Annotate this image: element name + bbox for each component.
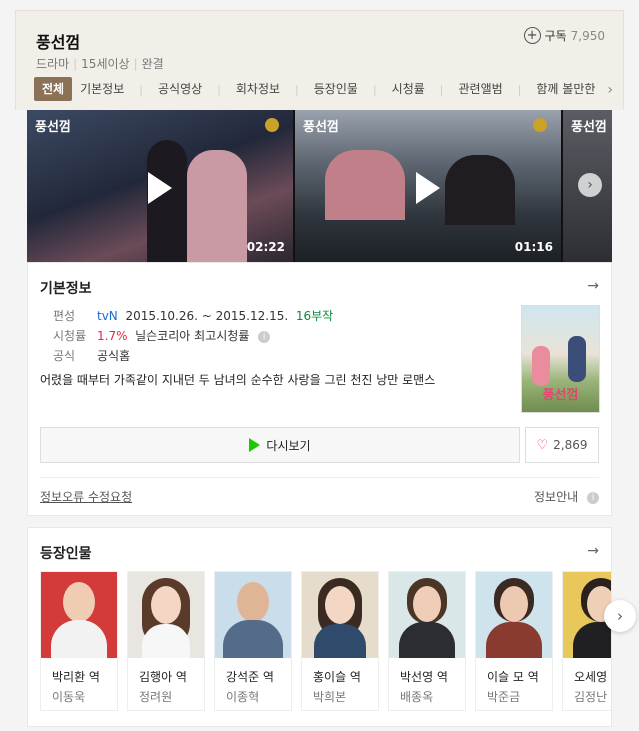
tab-all[interactable]: 전체	[34, 77, 73, 101]
cast-role: 박리환 역	[52, 670, 100, 684]
rating-source: 닐슨코리아 최고시청률	[135, 329, 250, 343]
synopsis: 어렸을 때부터 가족같이 지내던 두 남녀의 순수한 사랑을 그린 천진 낭만 …	[40, 373, 436, 387]
cast-card: 등장인물 → 박리환 역 이동욱 김행아 역 정려원 강석준 역 이종혁 홍이슬…	[27, 527, 612, 727]
video-logo: 풍선껌	[303, 120, 339, 135]
divider	[40, 477, 599, 478]
tab-albums[interactable]: 관련앨범	[451, 77, 511, 101]
cast-photo	[302, 572, 378, 658]
basic-info-card: 기본정보 → 편성 tvN 2015.10.26. ~ 2015.12.15. …	[27, 262, 612, 516]
cast-item[interactable]: 이슬 모 역 박준금	[475, 571, 553, 711]
like-button[interactable]: ♡ 2,869	[525, 427, 599, 463]
broadcast-label: 편성	[53, 309, 76, 323]
error-report-link[interactable]: 정보오류 수정요청	[40, 488, 132, 505]
cast-role: 이슬 모 역	[487, 670, 539, 684]
rewatch-button[interactable]: 다시보기	[40, 427, 520, 463]
broadcast-row: 편성 tvN 2015.10.26. ~ 2015.12.15. 16부작	[53, 307, 333, 324]
cast-actor: 정려원	[139, 690, 173, 704]
plus-icon: +	[523, 27, 541, 44]
status: 완결	[141, 57, 164, 71]
channel-logo-icon	[265, 118, 279, 132]
tab-basic-info[interactable]: 기본정보	[72, 77, 132, 101]
subscribe-button[interactable]: + 구독 7,950	[523, 27, 605, 44]
cast-photo	[389, 572, 465, 658]
official-link[interactable]: 공식홈	[97, 347, 130, 364]
cast-actor: 이동욱	[52, 690, 86, 704]
episode-count[interactable]: 16부작	[296, 309, 333, 323]
video-thumbnail-2[interactable]: 풍선껌 01:16	[295, 110, 561, 262]
cast-item[interactable]: 박선영 역 배종옥	[388, 571, 466, 711]
cast-role: 오세영 역	[574, 670, 611, 684]
section-title[interactable]: 등장인물	[40, 543, 92, 563]
cast-photo	[41, 572, 117, 658]
tab-bar: 전체 기본정보 | 공식영상 | 회차정보 | 등장인물 | 시청률 | 관련앨범 | 함께…	[34, 77, 614, 101]
tab-ratings[interactable]: 시청률	[384, 77, 433, 101]
video-duration: 01:16	[514, 240, 553, 254]
like-count: 2,869	[553, 438, 588, 452]
cast-actor: 김정난	[574, 690, 608, 704]
subscribe-label: 구독	[544, 29, 567, 43]
play-icon	[249, 438, 261, 452]
program-title[interactable]: 풍선껌	[36, 29, 80, 53]
cast-role: 강석준 역	[226, 670, 274, 684]
broadcast-period: 2015.10.26. ~ 2015.12.15.	[125, 309, 289, 323]
info-icon: i	[587, 491, 599, 504]
cast-actor: 배종옥	[400, 690, 434, 704]
cast-list: 박리환 역 이동욱 김행아 역 정려원 강석준 역 이종혁 홍이슬 역 박희본 …	[40, 571, 611, 711]
cast-role: 박선영 역	[400, 670, 448, 684]
official-row: 공식 공식홈	[53, 347, 130, 364]
video-duration: 02:22	[246, 240, 285, 254]
cast-item[interactable]: 강석준 역 이종혁	[214, 571, 292, 711]
info-guide-button[interactable]: 정보안내 i	[534, 488, 599, 505]
video-carousel: 풍선껌 02:22 풍선껌 01:16 풍선껌 ›	[27, 110, 612, 262]
program-header: 풍선껌 드라마 | 15세이상 | 완결 + 구독 7,950 전체 기본정보 | 공식영…	[15, 10, 624, 110]
cast-next-button[interactable]: ›	[604, 600, 636, 632]
cast-item[interactable]: 김행아 역 정려원	[127, 571, 205, 711]
subscribe-count: 7,950	[570, 28, 605, 43]
poster-title: 풍선껌	[542, 388, 579, 403]
cast-photo	[215, 572, 291, 658]
cast-actor: 이종혁	[226, 690, 260, 704]
info-guide-label: 정보안내	[534, 490, 579, 504]
age-rating: 15세이상	[81, 57, 130, 71]
channel-link[interactable]: tvN	[97, 309, 118, 323]
arrow-right-icon[interactable]: →	[587, 543, 599, 559]
cast-item[interactable]: 홍이슬 역 박희본	[301, 571, 379, 711]
cast-role: 홍이슬 역	[313, 670, 361, 684]
play-icon[interactable]	[416, 172, 440, 204]
cast-item[interactable]: 오세영 역 김정난	[562, 571, 611, 711]
cast-photo	[476, 572, 552, 658]
cast-item[interactable]: 박리환 역 이동욱	[40, 571, 118, 711]
cast-actor: 박준금	[487, 690, 521, 704]
tab-official-video[interactable]: 공식영상	[150, 77, 210, 101]
genre: 드라마	[36, 57, 70, 71]
poster-image[interactable]: 풍선껌	[521, 305, 600, 413]
channel-logo-icon	[533, 118, 547, 132]
cast-actor: 박희본	[313, 690, 347, 704]
cast-role: 김행아 역	[139, 670, 187, 684]
rewatch-label: 다시보기	[266, 438, 311, 453]
section-title[interactable]: 기본정보	[40, 278, 92, 298]
video-thumbnail-1[interactable]: 풍선껌 02:22	[27, 110, 293, 262]
cast-photo	[128, 572, 204, 658]
carousel-next-button[interactable]: ›	[578, 173, 602, 197]
heart-icon: ♡	[536, 437, 549, 453]
rating-label: 시청률	[53, 329, 87, 343]
tab-recommend[interactable]: 함께 볼만한	[528, 77, 603, 101]
arrow-right-icon[interactable]: →	[587, 278, 599, 294]
tab-cast[interactable]: 등장인물	[306, 77, 366, 101]
program-meta: 드라마 | 15세이상 | 완결	[36, 57, 164, 71]
rating-value: 1.7%	[97, 329, 128, 343]
play-icon[interactable]	[148, 172, 172, 204]
chevron-right-icon[interactable]: ›	[607, 82, 613, 98]
rating-row: 시청률 1.7% 닐슨코리아 최고시청률 i	[53, 327, 271, 344]
official-label: 공식	[53, 349, 76, 363]
info-icon[interactable]: i	[258, 330, 271, 343]
video-logo: 풍선껌	[571, 120, 607, 135]
video-logo: 풍선껌	[35, 120, 71, 135]
tab-episodes[interactable]: 회차정보	[228, 77, 288, 101]
